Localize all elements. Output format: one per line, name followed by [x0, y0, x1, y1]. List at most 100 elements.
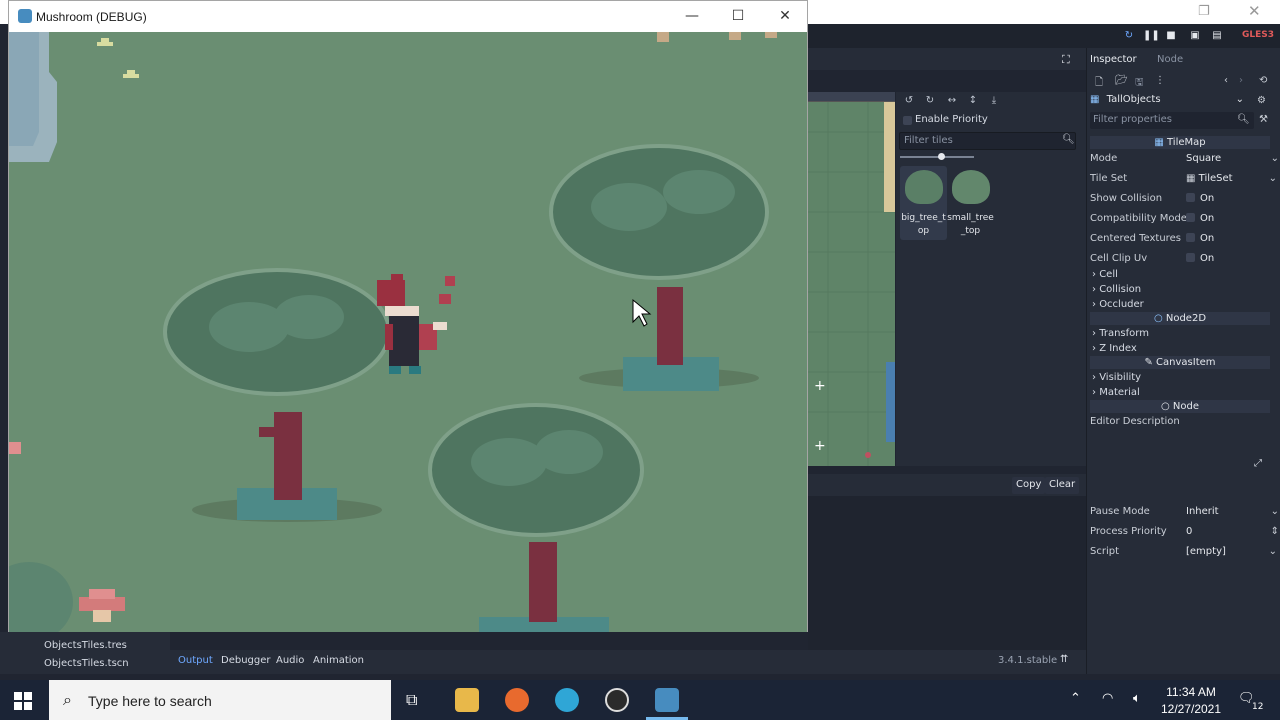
group-cell[interactable]: › Cell — [1092, 269, 1118, 280]
tileset-icon: ▦ — [1186, 173, 1199, 184]
rotate-left-icon[interactable]: ↺ — [902, 95, 916, 109]
taskbar: ⌕ Type here to search ⧉ ⌃ ◠ 🔈︎ 11:34 AM … — [0, 680, 1280, 720]
group-visibility[interactable]: › Visibility — [1092, 372, 1141, 383]
prop-centered-textures[interactable]: Centered Textures On — [1090, 229, 1275, 249]
node-name: TallObjects — [1106, 94, 1161, 105]
editor-description-textarea[interactable] — [1090, 430, 1250, 500]
godot-icon — [18, 9, 32, 23]
fullscreen-icon[interactable]: ⛶ — [1062, 53, 1070, 67]
tool-object-icon[interactable]: ⚙ — [1257, 95, 1266, 106]
editor-description-label: Editor Description — [1090, 416, 1180, 427]
tab-animation[interactable]: Animation — [313, 655, 364, 666]
play-scene-icon[interactable]: ▣ — [1188, 29, 1202, 43]
inspector-settings-icon[interactable]: ⚒ — [1259, 114, 1268, 125]
group-transform[interactable]: › Transform — [1092, 328, 1149, 339]
rotate-right-icon[interactable]: ↻ — [923, 95, 937, 109]
tab-output[interactable]: Output — [178, 655, 213, 666]
expand-panel-icon[interactable]: ⇈ — [1060, 654, 1068, 665]
editor-close-icon[interactable]: ✕ — [1248, 2, 1261, 20]
search-icon: 🔍︎ — [1237, 114, 1250, 125]
editor-viewport[interactable]: + + — [808, 92, 895, 466]
tab-debugger[interactable]: Debugger — [221, 655, 271, 666]
flip-horizontal-icon[interactable]: ↔ — [945, 95, 959, 109]
history-forward-icon[interactable]: › — [1239, 75, 1243, 86]
history-back-icon[interactable]: ‹ — [1224, 75, 1228, 86]
zoom-slider-knob[interactable] — [938, 153, 945, 160]
viewport-toolbar: ⛶ — [808, 48, 1086, 70]
load-resource-icon[interactable]: 📂︎ — [1115, 75, 1128, 86]
enable-priority-checkbox[interactable] — [903, 116, 912, 125]
filter-properties-input[interactable]: Filter properties — [1090, 112, 1254, 129]
prop-pause-mode[interactable]: Pause Mode Inherit ⌄ — [1090, 502, 1279, 522]
chevron-down-icon: ⌄ — [1268, 546, 1277, 557]
chevron-down-icon: ⌄ — [1235, 94, 1244, 105]
expand-icon[interactable]: ⤢ — [1254, 458, 1262, 469]
play-custom-icon[interactable]: ▤ — [1210, 29, 1224, 43]
section-node: ○ Node — [1090, 400, 1270, 413]
windows-start-icon[interactable] — [14, 692, 32, 710]
clear-transform-icon[interactable]: ⤓ — [987, 95, 1001, 109]
tilemap-icon: ▦ — [1090, 94, 1100, 105]
tile-item[interactable]: small_tree_top — [947, 166, 994, 240]
renderer-label[interactable]: GLES3 — [1242, 30, 1274, 40]
file-explorer-icon[interactable] — [455, 688, 479, 712]
version-label: 3.4.1.stable — [998, 655, 1058, 666]
new-resource-icon[interactable]: 🗋 — [1095, 75, 1103, 92]
tile-panel: ↺ ↻ ↔ ↕ ⤓ Enable Priority Filter tiles 🔍… — [896, 92, 1086, 466]
node-selector[interactable]: ▦ TallObjects ⌄ — [1090, 94, 1250, 111]
prop-cell-clip-uv[interactable]: Cell Clip Uv On — [1090, 249, 1275, 269]
firefox-icon[interactable] — [505, 688, 529, 712]
bottom-panel-tabs: Output Debugger Audio Animation 3.4.1.st… — [170, 650, 1086, 674]
game-window-title: Mushroom (DEBUG) — [36, 10, 147, 24]
flip-vertical-icon[interactable]: ↕ — [966, 95, 980, 109]
close-icon[interactable]: ✕ — [776, 6, 794, 26]
prop-mode[interactable]: Mode Square ⌄ — [1090, 149, 1279, 169]
game-window[interactable]: Mushroom (DEBUG) — ☐ ✕ — [8, 0, 808, 632]
tab-node[interactable]: Node — [1157, 54, 1183, 65]
obs-icon[interactable] — [605, 688, 629, 712]
object-history-icon[interactable]: ⟲ — [1259, 75, 1267, 86]
game-canvas[interactable] — [9, 32, 807, 632]
prop-compatibility-mode[interactable]: Compatibility Mode On — [1090, 209, 1275, 229]
group-occluder[interactable]: › Occluder — [1092, 299, 1144, 310]
volume-icon[interactable]: 🔈︎ — [1133, 691, 1141, 706]
wifi-icon[interactable]: ◠ — [1102, 691, 1113, 706]
prop-tileset[interactable]: Tile Set ▦ TileSet ⌄ — [1090, 169, 1277, 189]
task-view-icon[interactable]: ⧉ — [406, 690, 417, 710]
chevron-up-icon[interactable]: ⌃ — [1070, 691, 1081, 706]
clear-button[interactable]: Clear — [1045, 477, 1080, 494]
edge-icon[interactable] — [555, 688, 579, 712]
tile-item[interactable]: big_tree_top — [900, 166, 947, 240]
filter-tiles-input[interactable]: Filter tiles — [899, 132, 1076, 150]
file-item[interactable]: ObjectsTiles.tscn — [44, 658, 129, 669]
prop-process-priority[interactable]: Process Priority 0 ⇕ — [1090, 522, 1279, 542]
pause-icon[interactable]: ❚❚ — [1143, 29, 1160, 43]
minimize-icon[interactable]: — — [683, 6, 701, 26]
output-log[interactable] — [808, 496, 1086, 650]
copy-button[interactable]: Copy — [1012, 477, 1046, 494]
maximize-icon[interactable]: ☐ — [729, 6, 747, 26]
editor-restore-icon[interactable]: ❐ — [1198, 4, 1210, 19]
tile-name: big_tree_top — [901, 213, 946, 236]
tab-audio[interactable]: Audio — [276, 655, 304, 666]
zoom-slider[interactable] — [900, 156, 974, 158]
stop-icon[interactable]: ■ — [1164, 29, 1178, 43]
taskbar-search-box[interactable]: ⌕ Type here to search — [49, 680, 391, 720]
prop-show-collision[interactable]: Show Collision On — [1090, 189, 1275, 209]
tab-inspector[interactable]: Inspector — [1090, 54, 1137, 65]
section-tilemap: ▦ TileMap — [1090, 136, 1270, 149]
reload-icon[interactable]: ↻ — [1122, 29, 1136, 43]
godot-taskbar-icon[interactable] — [655, 688, 679, 712]
prop-script[interactable]: Script [empty] ⌄ — [1090, 542, 1277, 562]
more-options-icon[interactable]: ⋮ — [1155, 75, 1165, 86]
chevron-down-icon: ⌄ — [1268, 173, 1277, 184]
svg-text:+: + — [814, 378, 826, 394]
chevron-down-icon: ⌄ — [1270, 506, 1279, 517]
clock[interactable]: 11:34 AM 12/27/2021 — [1158, 684, 1224, 718]
file-item[interactable]: ObjectsTiles.tres — [44, 640, 127, 651]
group-z-index[interactable]: › Z Index — [1092, 343, 1137, 354]
group-material[interactable]: › Material — [1092, 387, 1140, 398]
group-collision[interactable]: › Collision — [1092, 284, 1141, 295]
save-resource-icon[interactable]: 🖫 — [1135, 75, 1144, 92]
game-window-titlebar[interactable]: Mushroom (DEBUG) — ☐ ✕ — [9, 1, 807, 32]
